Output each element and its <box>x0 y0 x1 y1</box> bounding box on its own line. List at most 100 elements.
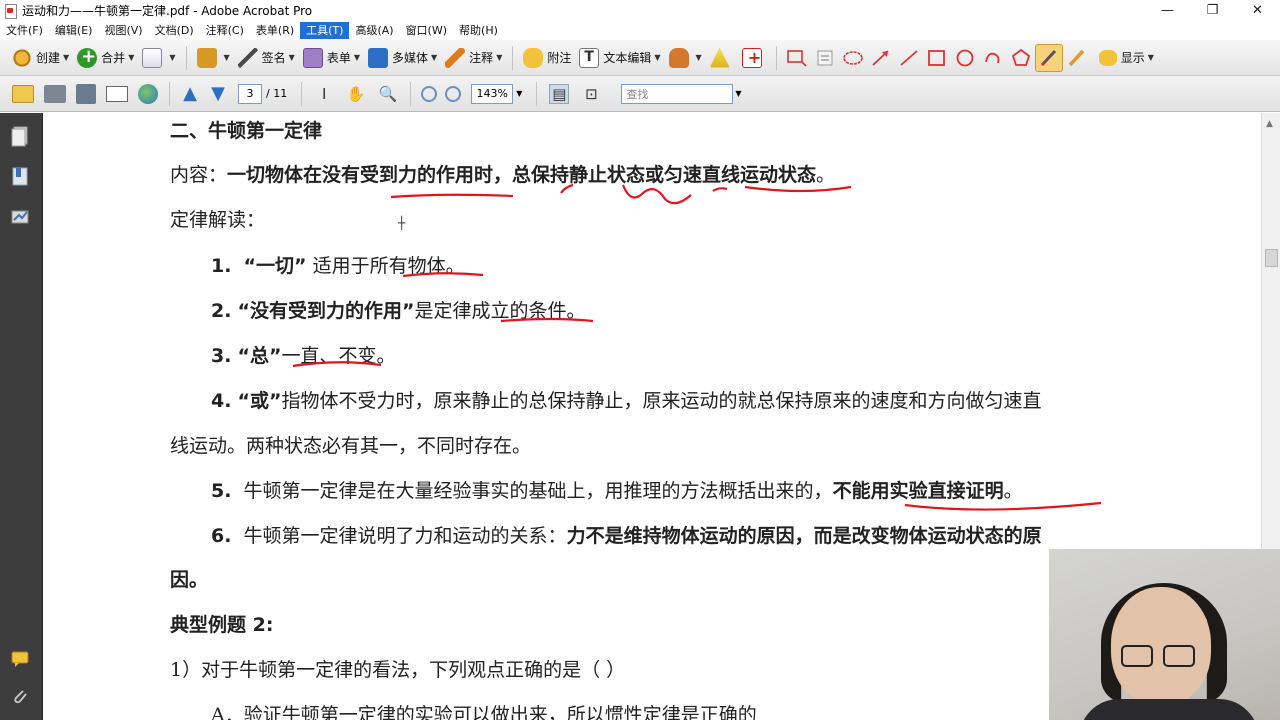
chevron-down-icon: ▼ <box>1147 53 1154 62</box>
previous-page-button[interactable]: ▲ <box>180 83 200 104</box>
polygon-line-icon <box>984 52 1000 63</box>
scroll-up-icon[interactable]: ▲ <box>1266 119 1273 129</box>
menu-help[interactable]: 帮助(H) <box>453 22 504 39</box>
textbox-icon <box>817 50 833 65</box>
show-comments-button[interactable]: 显示 ▼ <box>1095 44 1158 72</box>
menu-window[interactable]: 窗口(W) <box>400 22 453 39</box>
menu-comments[interactable]: 注释(C) <box>200 22 250 39</box>
pages-icon[interactable] <box>9 125 31 147</box>
cloud-tool[interactable] <box>839 44 867 72</box>
bookmarks-icon[interactable] <box>9 165 31 187</box>
combine-icon <box>77 46 98 68</box>
menu-document[interactable]: 文档(D) <box>149 22 200 39</box>
rectangle-icon <box>927 49 945 66</box>
menu-file[interactable]: 文件(F) <box>0 22 49 39</box>
crosshair-cursor-icon: ┼ <box>398 216 406 230</box>
list-item-continuation: 因。 <box>170 569 209 591</box>
ink-underline <box>712 187 728 192</box>
form-icon <box>302 47 323 68</box>
open-folder-icon[interactable] <box>12 84 34 103</box>
stamp-button[interactable]: ▼ <box>665 44 706 72</box>
multimedia-button[interactable]: 多媒体 ▼ <box>364 44 441 72</box>
add-note-to-replace-button[interactable] <box>738 44 770 72</box>
page-total: / 11 <box>266 87 288 100</box>
chevron-down-icon: ▼ <box>288 53 295 62</box>
comment-button[interactable]: 注释 ▼ <box>441 44 506 72</box>
fit-page-icon[interactable]: ⊡ <box>581 84 601 104</box>
sticky-note-icon <box>523 47 544 68</box>
list-item: 3. “总”一直、不变。 <box>211 345 396 367</box>
sticky-note-button[interactable]: 附注 <box>519 44 575 72</box>
highlight-text-button[interactable] <box>706 44 738 72</box>
chevron-down-icon: ▼ <box>63 53 70 62</box>
sign-button[interactable]: 签名 ▼ <box>234 44 299 72</box>
print-icon[interactable] <box>44 84 66 103</box>
line-tool[interactable] <box>895 44 923 72</box>
callout-tool[interactable] <box>783 44 811 72</box>
ink-underline <box>390 193 514 199</box>
find-input[interactable]: 查找 <box>621 83 734 104</box>
scrolling-mode-icon[interactable]: ▤ <box>549 83 570 104</box>
chevron-down-icon[interactable]: ▼ <box>516 89 522 98</box>
insert-text-icon <box>741 47 762 68</box>
next-page-button[interactable]: ▼ <box>208 83 228 104</box>
chevron-down-icon: ▼ <box>353 53 360 62</box>
hand-tool-icon[interactable]: ✋ <box>346 84 366 104</box>
zoom-out-icon[interactable] <box>421 85 438 102</box>
collaborate-icon[interactable] <box>138 83 158 104</box>
list-item: 2. “没有受到力的作用”是定律成立的条件。 <box>211 300 586 322</box>
rectangle-tool[interactable] <box>923 44 951 72</box>
tasks-toolbar: 创建▼ 合并▼ ▼ ▼ 签名▼ 表单▼ 多媒体▼ 注释▼ 附注 文本编辑▼ ▼ <box>0 40 1280 76</box>
menu-forms[interactable]: 表单(R) <box>250 22 300 39</box>
minimize-button[interactable]: — <box>1145 0 1190 21</box>
polygon-tool[interactable] <box>1007 44 1035 72</box>
secure-button[interactable]: ▼ <box>193 44 234 72</box>
menu-edit[interactable]: 编辑(E) <box>49 22 99 39</box>
chevron-down-icon[interactable]: ▼ <box>735 89 741 98</box>
create-button[interactable]: 创建 ▼ <box>8 44 73 72</box>
textbox-tool[interactable] <box>811 44 839 72</box>
list-item: 6. 牛顿第一定律说明了力和运动的关系：力不是维持物体运动的原因，而是改变物体运… <box>211 525 1042 547</box>
export-button[interactable]: ▼ <box>138 44 179 72</box>
pencil-icon <box>1040 49 1056 66</box>
zoom-tool-icon[interactable]: 🔍 <box>378 84 398 104</box>
email-icon[interactable] <box>106 85 128 102</box>
oval-tool[interactable] <box>951 44 979 72</box>
zoom-level-select[interactable]: 143% <box>471 83 514 104</box>
save-icon[interactable] <box>76 83 96 104</box>
list-item-continuation: 线运动。两种状态必有其一，不同时存在。 <box>170 435 532 457</box>
toolbar-separator <box>185 45 187 70</box>
polygon-line-tool[interactable] <box>979 44 1007 72</box>
scrollbar-thumb[interactable] <box>1265 249 1278 267</box>
signatures-icon[interactable] <box>9 206 31 228</box>
pencil-tool[interactable] <box>1034 43 1063 72</box>
chevron-down-icon: ▼ <box>431 53 438 62</box>
question-1: 1）对于牛顿第一定律的看法，下列观点正确的是（ ） <box>170 659 626 681</box>
text-edit-button[interactable]: 文本编辑▼ <box>575 44 664 72</box>
toolbar-separator <box>410 81 412 106</box>
comments-icon[interactable] <box>9 648 31 670</box>
menu-view[interactable]: 视图(V) <box>98 22 148 39</box>
page-number-input[interactable]: 3 <box>238 83 262 104</box>
ink-wave <box>621 184 692 205</box>
forms-button[interactable]: 表单 ▼ <box>299 44 364 72</box>
select-text-icon[interactable]: I <box>314 84 334 104</box>
ink-underline <box>744 185 852 193</box>
chevron-down-icon: ▼ <box>496 53 503 62</box>
combine-button[interactable]: 合并▼ <box>73 44 138 72</box>
arrow-tool[interactable] <box>867 44 895 72</box>
law-content-line: 内容：一切物体在没有受到力的作用时，总保持静止状态或匀速直线运动状态。 <box>170 163 835 187</box>
glasses-right <box>1163 645 1195 667</box>
chevron-down-icon: ▼ <box>169 53 176 62</box>
toolbar-separator <box>169 81 170 106</box>
pencil-eraser-tool[interactable] <box>1063 44 1091 72</box>
attachments-icon[interactable] <box>9 686 31 708</box>
menu-tools[interactable]: 工具(T) <box>300 22 350 39</box>
menu-advanced[interactable]: 高级(A) <box>349 22 399 39</box>
restore-button[interactable]: ❐ <box>1190 0 1235 21</box>
create-icon <box>12 47 32 68</box>
close-button[interactable]: ✕ <box>1235 0 1280 21</box>
zoom-in-icon[interactable] <box>445 85 462 102</box>
list-item: 4. “或”指物体不受力时，原来静止的总保持静止，原来运动的就总保持原来的速度和… <box>211 390 1042 412</box>
stamp-icon <box>668 47 689 68</box>
